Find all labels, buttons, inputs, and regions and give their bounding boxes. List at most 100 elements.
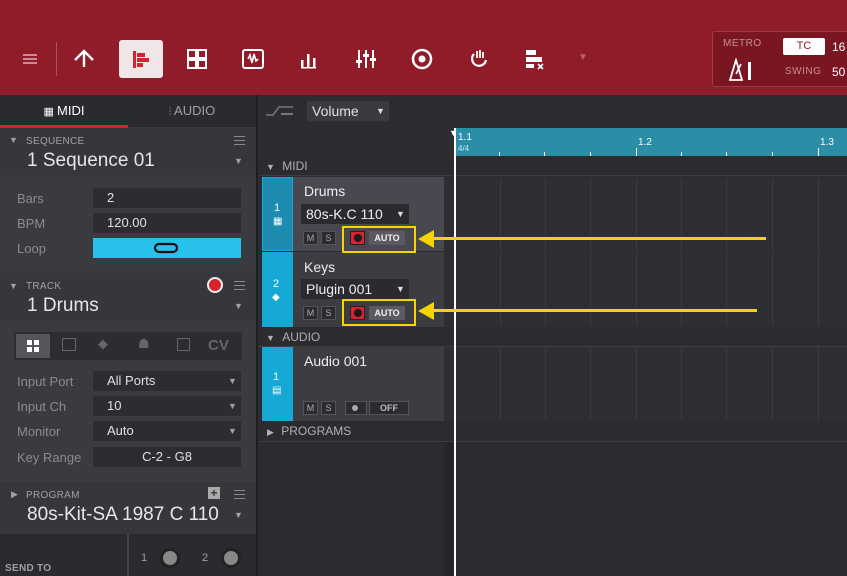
chevron-down-icon[interactable]: ▼ — [234, 156, 243, 166]
toolbar-dropdown-arrow-icon[interactable]: ▼ — [578, 52, 588, 63]
send-1-knob[interactable] — [160, 548, 180, 568]
chevron-down-icon: ▼ — [228, 401, 237, 411]
track-number-cell[interactable]: 1 ▤ — [262, 347, 293, 421]
key-range-label: Key Range — [17, 450, 82, 465]
bpm-label: BPM — [17, 216, 46, 231]
program-icon[interactable] — [516, 40, 554, 78]
track-program-select[interactable]: Plugin 001 — [301, 279, 409, 299]
track-number-cell[interactable]: 2 ◆ — [262, 252, 293, 327]
input-port-select[interactable]: All Ports — [93, 371, 241, 391]
metronome-panel: METRO TC 16 SWING 50 — [712, 31, 847, 87]
mute-button[interactable]: M — [303, 401, 318, 415]
solo-button[interactable]: S — [321, 231, 336, 245]
metronome-icon[interactable] — [727, 56, 753, 87]
track-lane-audio[interactable] — [444, 347, 847, 421]
menu-icon[interactable] — [11, 40, 49, 78]
tab-audio[interactable]: ⫶ AUDIO — [128, 95, 256, 127]
keygroup-icon[interactable] — [62, 338, 76, 351]
send-strip: SEND TO 1 2 — [0, 534, 256, 576]
group-midi[interactable]: ▼ MIDI — [258, 157, 847, 176]
tab-midi[interactable]: ▦ MIDI — [0, 95, 128, 127]
monitor-select[interactable]: Auto — [93, 421, 241, 441]
track-number: 1 — [274, 202, 281, 214]
track-header[interactable]: ▼ TRACK 1 Drums ▼ — [0, 273, 256, 321]
chevron-down-icon[interactable]: ▼ — [234, 510, 243, 520]
send-2-label: 2 — [202, 552, 209, 564]
track-name: Audio 001 — [304, 353, 368, 369]
group-audio[interactable]: ▼ AUDIO — [258, 328, 847, 347]
record-icon[interactable] — [403, 40, 441, 78]
track-name: 1 Drums — [27, 295, 99, 316]
mixer-bars-icon[interactable] — [290, 40, 328, 78]
chevron-right-icon: ▶ — [267, 427, 274, 437]
track-type-selector: ◆ ☗ CV — [14, 332, 242, 360]
clip-icon[interactable] — [177, 338, 190, 351]
midi-type-icon[interactable]: ☗ — [138, 336, 150, 352]
sequence-name: 1 Sequence 01 — [27, 150, 155, 171]
automation-bar: Volume ▼ — [258, 95, 847, 127]
mute-button[interactable]: M — [303, 231, 318, 245]
tc-button[interactable]: TC — [783, 38, 825, 55]
menu-lines-icon[interactable] — [234, 281, 245, 290]
loop-icon — [153, 242, 179, 254]
home-icon[interactable] — [65, 40, 103, 78]
bpm-field[interactable]: 120.00 — [93, 213, 241, 233]
metro-label: METRO — [723, 38, 762, 49]
track-section-label: TRACK — [26, 281, 62, 292]
sequence-header[interactable]: ▼ SEQUENCE 1 Sequence 01 ▼ — [0, 128, 256, 175]
track-name: Keys — [304, 259, 336, 275]
bars-field[interactable]: 2 — [93, 188, 241, 208]
input-ch-select[interactable]: 10 — [93, 396, 241, 416]
program-name: 80s-Kit-SA 1987 C 110 — [27, 504, 219, 525]
solo-button[interactable]: S — [321, 401, 336, 415]
track-view-icon[interactable] — [119, 40, 163, 78]
chevron-down-icon: ▼ — [376, 106, 385, 116]
sample-edit-icon[interactable] — [234, 40, 272, 78]
pads-icon — [27, 340, 39, 352]
automation-curve-icon[interactable] — [265, 103, 295, 119]
input-ch-label: Input Ch — [17, 399, 67, 414]
annotation-arrow — [432, 309, 757, 312]
loop-icon[interactable] — [460, 40, 498, 78]
playhead[interactable] — [454, 128, 456, 576]
group-programs[interactable]: ▶ PROGRAMS — [258, 422, 847, 442]
drum-type-button[interactable] — [16, 334, 50, 358]
ruler-bar-1-3: 1.3 — [820, 137, 834, 148]
chevron-down-icon: ▼ — [228, 426, 237, 436]
track-program-select[interactable]: 80s-K.C 110 — [301, 204, 409, 224]
key-range-field[interactable]: C-2 - G8 — [93, 447, 241, 467]
chevron-down-icon[interactable]: ▼ — [234, 301, 243, 311]
grid-view-icon[interactable] — [178, 40, 216, 78]
send-2-knob[interactable] — [221, 548, 241, 568]
program-header[interactable]: ▶ PROGRAM + 80s-Kit-SA 1987 C 110 ▼ — [0, 482, 256, 534]
record-arm-button[interactable] — [345, 401, 367, 415]
swing-value: 50 — [832, 65, 846, 79]
ruler-bar-1-1: 1.1 — [458, 132, 472, 143]
top-toolbar: ▼ METRO TC 16 SWING 50 — [0, 0, 847, 95]
swing-label: SWING — [785, 66, 822, 77]
menu-lines-icon[interactable] — [234, 490, 245, 499]
mute-button[interactable]: M — [303, 306, 318, 320]
add-program-icon[interactable]: + — [208, 487, 220, 499]
tc-value: 16 — [832, 40, 846, 54]
track-header-audio[interactable]: Audio 001 M S OFF — [293, 347, 444, 421]
chevron-down-icon: ▼ — [266, 333, 275, 343]
track-number-cell[interactable]: 1 ▦ — [262, 177, 293, 251]
timeline-ruler[interactable]: 1.1 4/4 1.2 1.3 — [454, 128, 847, 156]
plugin-track-icon: ◆ — [272, 292, 280, 303]
track-number: 1 — [273, 371, 280, 383]
loop-toggle[interactable] — [93, 238, 241, 258]
program-section-label: PROGRAM — [26, 490, 80, 501]
plugin-icon[interactable]: ◆ — [98, 336, 108, 352]
send-1-label: 1 — [141, 552, 148, 564]
highlight-box — [342, 299, 416, 326]
mixer-icon[interactable] — [347, 40, 385, 78]
track-lane-keys[interactable] — [444, 252, 847, 327]
loop-label: Loop — [17, 241, 46, 256]
audio-track-icon: ▤ — [272, 385, 282, 396]
track-record-arm-icon[interactable] — [207, 277, 223, 293]
cv-type-button[interactable]: CV — [208, 337, 229, 354]
menu-lines-icon[interactable] — [234, 136, 245, 145]
solo-button[interactable]: S — [321, 306, 336, 320]
automation-button[interactable]: OFF — [369, 401, 409, 415]
